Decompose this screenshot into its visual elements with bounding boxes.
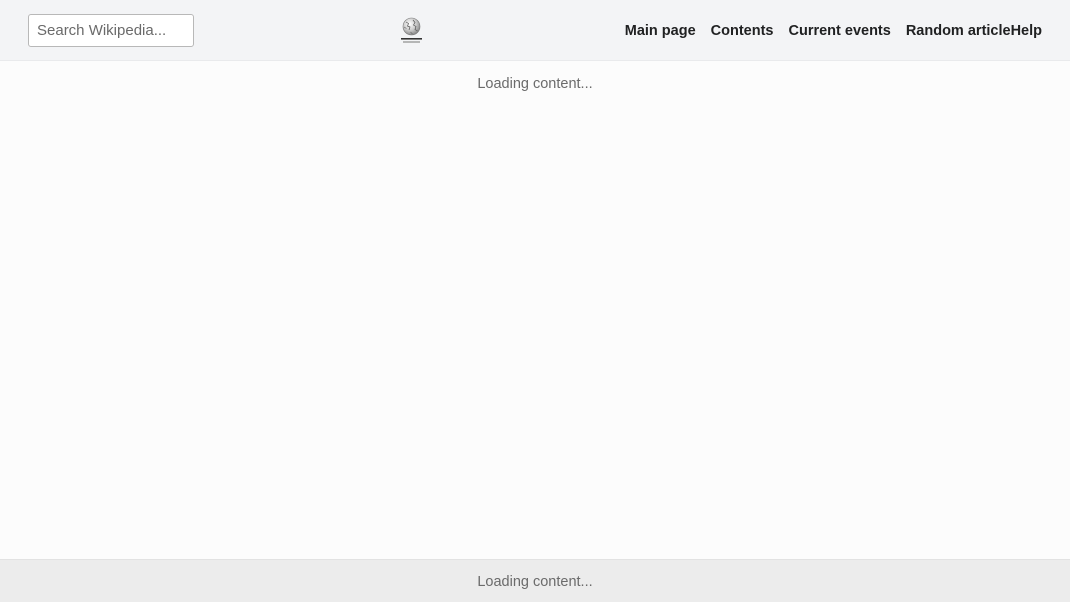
nav-link-contents[interactable]: Contents	[711, 23, 774, 39]
page: Main page Contents Current events Random…	[0, 0, 1070, 602]
nav-link-current-events[interactable]: Current events	[788, 23, 890, 39]
main-loading-text: Loading content...	[477, 76, 593, 92]
main-nav: Main page Contents Current events Random…	[625, 22, 1042, 40]
nav-link-help[interactable]: Help	[1011, 23, 1042, 39]
wikipedia-logo-icon[interactable]	[398, 17, 425, 45]
footer-loading-text: Loading content...	[477, 574, 593, 590]
nav-link-main-page[interactable]: Main page	[625, 23, 696, 39]
nav-link-random-article[interactable]: Random article	[906, 23, 1011, 39]
main-content: Loading content...	[0, 61, 1070, 559]
site-footer: Loading content...	[0, 559, 1070, 602]
search-input[interactable]	[28, 14, 194, 47]
site-header: Main page Contents Current events Random…	[0, 0, 1070, 61]
